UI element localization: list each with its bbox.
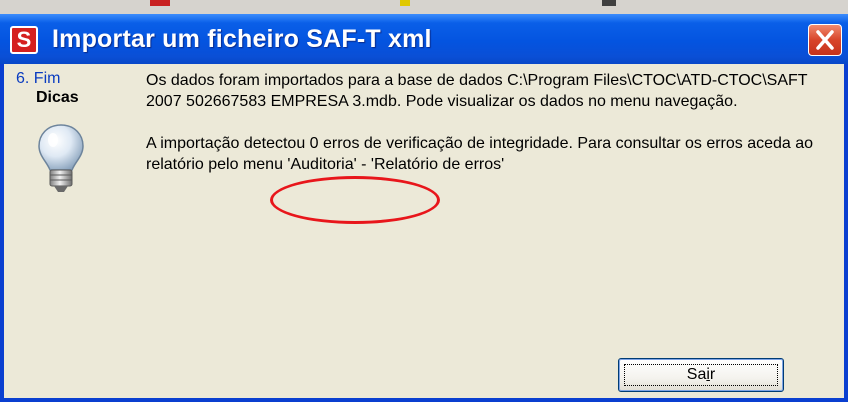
dialog-title: Importar um ficheiro SAF-T xml	[52, 25, 432, 53]
title-bar[interactable]: S Importar um ficheiro SAF-T xml	[0, 14, 848, 64]
app-icon[interactable]: S	[10, 26, 38, 54]
message-paragraph-2: A importação detectou 0 erros de verific…	[146, 135, 814, 173]
background-window-strip	[0, 0, 848, 14]
exit-button-label-end: r	[709, 366, 716, 383]
hints-label: Dicas	[36, 89, 79, 106]
background-mark	[602, 0, 616, 6]
error-count-highlight	[270, 176, 440, 224]
import-result-message: Os dados foram importados para a base de…	[146, 70, 816, 175]
background-mark	[400, 0, 410, 6]
exit-button[interactable]: Sair	[618, 358, 784, 392]
close-button[interactable]	[808, 24, 842, 56]
background-mark	[150, 0, 170, 6]
close-icon	[816, 30, 834, 50]
step-label: 6. Fim	[16, 70, 61, 87]
message-paragraph-1: Os dados foram importados para a base de…	[146, 72, 808, 110]
import-dialog: S Importar um ficheiro SAF-T xml 6. Fim …	[0, 14, 848, 402]
exit-button-label-start: Sa	[686, 366, 707, 383]
dialog-content: 6. Fim Dicas Os dados foram importados p…	[4, 64, 844, 398]
lightbulb-icon	[38, 124, 84, 192]
